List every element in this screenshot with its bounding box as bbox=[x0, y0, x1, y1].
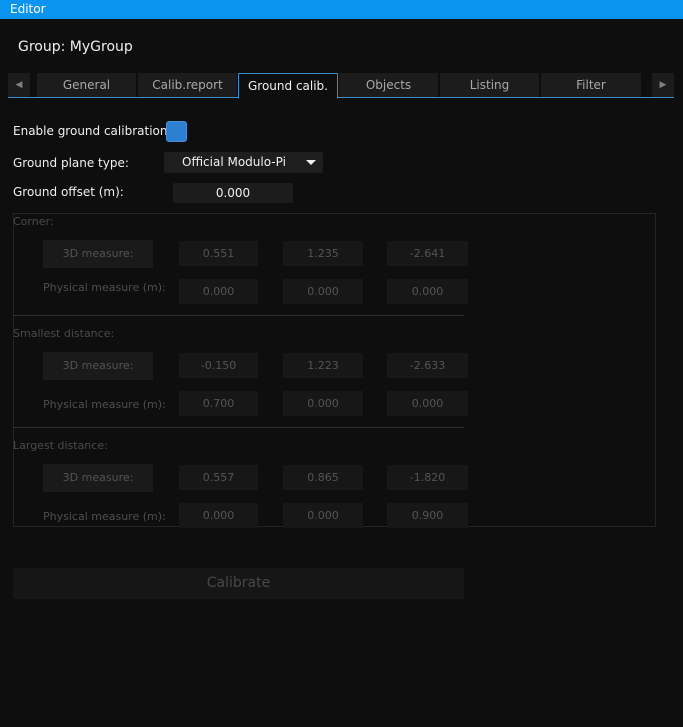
smallest-distance-measure-z[interactable]: -2.633 bbox=[387, 353, 468, 378]
largest-distance-measure-y[interactable]: 0.865 bbox=[283, 465, 363, 490]
corner-physical-z[interactable]: 0.000 bbox=[387, 279, 468, 304]
tab-ground-calib[interactable]: Ground calib. bbox=[238, 73, 338, 99]
ground-offset-input[interactable]: 0.000 bbox=[173, 183, 293, 203]
tab-calib-report[interactable]: Calib.report bbox=[138, 73, 238, 97]
smallest-distance-measure-x[interactable]: -0.150 bbox=[179, 353, 258, 378]
tab-bar: ◀ General Calib.report Ground calib. Obj… bbox=[8, 73, 674, 99]
enable-ground-calibration-label: Enable ground calibration: bbox=[13, 124, 172, 138]
section-divider bbox=[13, 315, 464, 316]
corner-measure-x[interactable]: 0.551 bbox=[179, 241, 258, 266]
triangle-right-icon: ▶ bbox=[659, 80, 667, 90]
tab-general[interactable]: General bbox=[37, 73, 137, 97]
corner-measure-y[interactable]: 1.235 bbox=[283, 241, 363, 266]
largest-distance-section-label: Largest distance: bbox=[13, 439, 108, 452]
window-title: Editor bbox=[10, 2, 46, 16]
smallest-distance-physical-label: Physical measure (m): bbox=[43, 398, 166, 411]
section-divider bbox=[13, 427, 464, 428]
largest-distance-physical-z[interactable]: 0.900 bbox=[387, 503, 468, 528]
corner-measure-z[interactable]: -2.641 bbox=[387, 241, 468, 266]
smallest-distance-physical-z[interactable]: 0.000 bbox=[387, 391, 468, 416]
smallest-distance-measure-y[interactable]: 1.223 bbox=[283, 353, 363, 378]
tab-scroll-right-button[interactable]: ▶ bbox=[652, 73, 674, 97]
ground-offset-label: Ground offset (m): bbox=[13, 185, 124, 199]
tab-scroll-left-button[interactable]: ◀ bbox=[8, 73, 30, 97]
tab-objects[interactable]: Objects bbox=[339, 73, 439, 97]
enable-ground-calibration-checkbox[interactable] bbox=[166, 121, 187, 142]
group-title: Group: MyGroup bbox=[18, 39, 133, 55]
tab-listing[interactable]: Listing bbox=[440, 73, 540, 97]
chevron-down-icon bbox=[306, 160, 316, 165]
window-title-bar: Editor bbox=[0, 0, 683, 19]
calibrate-button[interactable]: Calibrate bbox=[13, 568, 464, 599]
corner-physical-label: Physical measure (m): bbox=[43, 281, 166, 294]
corner-physical-y[interactable]: 0.000 bbox=[283, 279, 363, 304]
tab-filter[interactable]: Filter bbox=[541, 73, 642, 97]
largest-distance-measure-z[interactable]: -1.820 bbox=[387, 465, 468, 490]
largest-distance-measure-x[interactable]: 0.557 bbox=[179, 465, 258, 490]
largest-distance-physical-label: Physical measure (m): bbox=[43, 510, 166, 523]
smallest-distance-physical-y[interactable]: 0.000 bbox=[283, 391, 363, 416]
smallest-distance-3d-measure-button[interactable]: 3D measure: bbox=[43, 352, 153, 380]
ground-plane-type-value: Official Modulo-Pi bbox=[182, 155, 286, 169]
corner-section-label: Corner: bbox=[13, 215, 54, 228]
corner-physical-x[interactable]: 0.000 bbox=[179, 279, 258, 304]
largest-distance-physical-x[interactable]: 0.000 bbox=[179, 503, 258, 528]
triangle-left-icon: ◀ bbox=[15, 80, 23, 90]
ground-plane-type-select[interactable]: Official Modulo-Pi bbox=[164, 152, 323, 173]
largest-distance-physical-y[interactable]: 0.000 bbox=[283, 503, 363, 528]
smallest-distance-section-label: Smallest distance: bbox=[13, 327, 115, 340]
ground-plane-type-label: Ground plane type: bbox=[13, 156, 129, 170]
smallest-distance-physical-x[interactable]: 0.700 bbox=[179, 391, 258, 416]
corner-3d-measure-button[interactable]: 3D measure: bbox=[43, 240, 153, 268]
largest-distance-3d-measure-button[interactable]: 3D measure: bbox=[43, 464, 153, 492]
